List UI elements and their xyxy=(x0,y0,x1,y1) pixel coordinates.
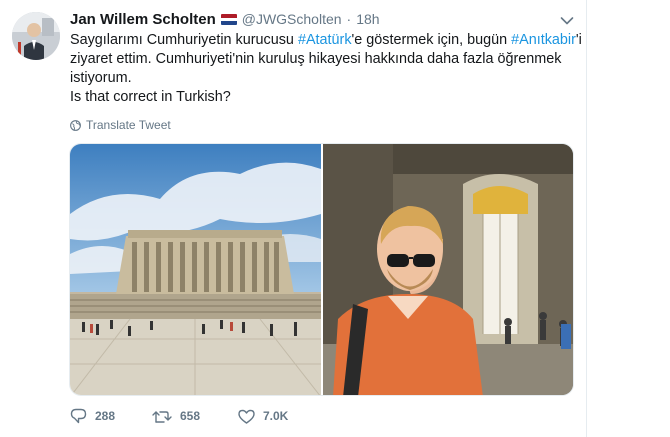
retweet-count: 658 xyxy=(180,409,201,423)
tweet-text-line-2: ziyaret ettim. Cumhuriyeti'nin kuruluş h… xyxy=(70,51,562,67)
netherlands-flag-icon xyxy=(220,13,237,25)
photo-anitkabir-exterior[interactable] xyxy=(70,144,321,395)
hashtag-anitkabir[interactable]: #Anıtkabir xyxy=(511,32,576,48)
translate-tweet-link[interactable]: Translate Tweet xyxy=(70,117,171,133)
like-button[interactable]: 7.0K xyxy=(238,409,288,424)
heart-icon xyxy=(238,409,255,424)
like-count: 7.0K xyxy=(263,409,289,423)
text-segment: 'e göstermek için, bugün xyxy=(351,32,512,48)
timeline-border xyxy=(586,0,587,437)
reply-button[interactable]: 288 xyxy=(70,408,140,424)
reply-count: 288 xyxy=(95,409,116,423)
photo-selfie-interior[interactable] xyxy=(323,144,573,395)
header-separator: · xyxy=(346,11,352,27)
text-segment: Saygılarımı Cumhuriyetin kurucusu xyxy=(70,32,298,48)
tweet-media xyxy=(69,143,574,396)
globe-icon xyxy=(70,119,81,131)
tweet-text: Saygılarımı Cumhuriyetin kurucusu #Atatü… xyxy=(70,31,582,107)
text-segment: 'i xyxy=(575,32,582,48)
avatar[interactable] xyxy=(12,12,60,60)
tweet-text-line-3: istiyorum. xyxy=(70,70,132,86)
tweet-timestamp[interactable]: 18h xyxy=(356,11,379,27)
translate-tweet-label: Translate Tweet xyxy=(86,118,171,132)
retweet-button[interactable]: 658 xyxy=(152,409,226,423)
tweet-text-line-1: Saygılarımı Cumhuriyetin kurucusu #Atatü… xyxy=(70,31,582,50)
retweet-icon xyxy=(152,411,172,423)
tweet-actions: 288 658 7.0K xyxy=(70,404,318,428)
author-handle[interactable]: @JWGScholten xyxy=(242,11,342,27)
author-name[interactable]: Jan Willem Scholten xyxy=(70,11,216,28)
chevron-down-icon[interactable] xyxy=(560,13,574,25)
reply-icon xyxy=(70,408,87,424)
tweet-header: Jan Willem Scholten @JWGScholten · 18h xyxy=(70,9,380,29)
tweet-text-line-4: Is that correct in Turkish? xyxy=(70,89,231,105)
hashtag-ataturk[interactable]: #Atatürk xyxy=(298,32,352,48)
